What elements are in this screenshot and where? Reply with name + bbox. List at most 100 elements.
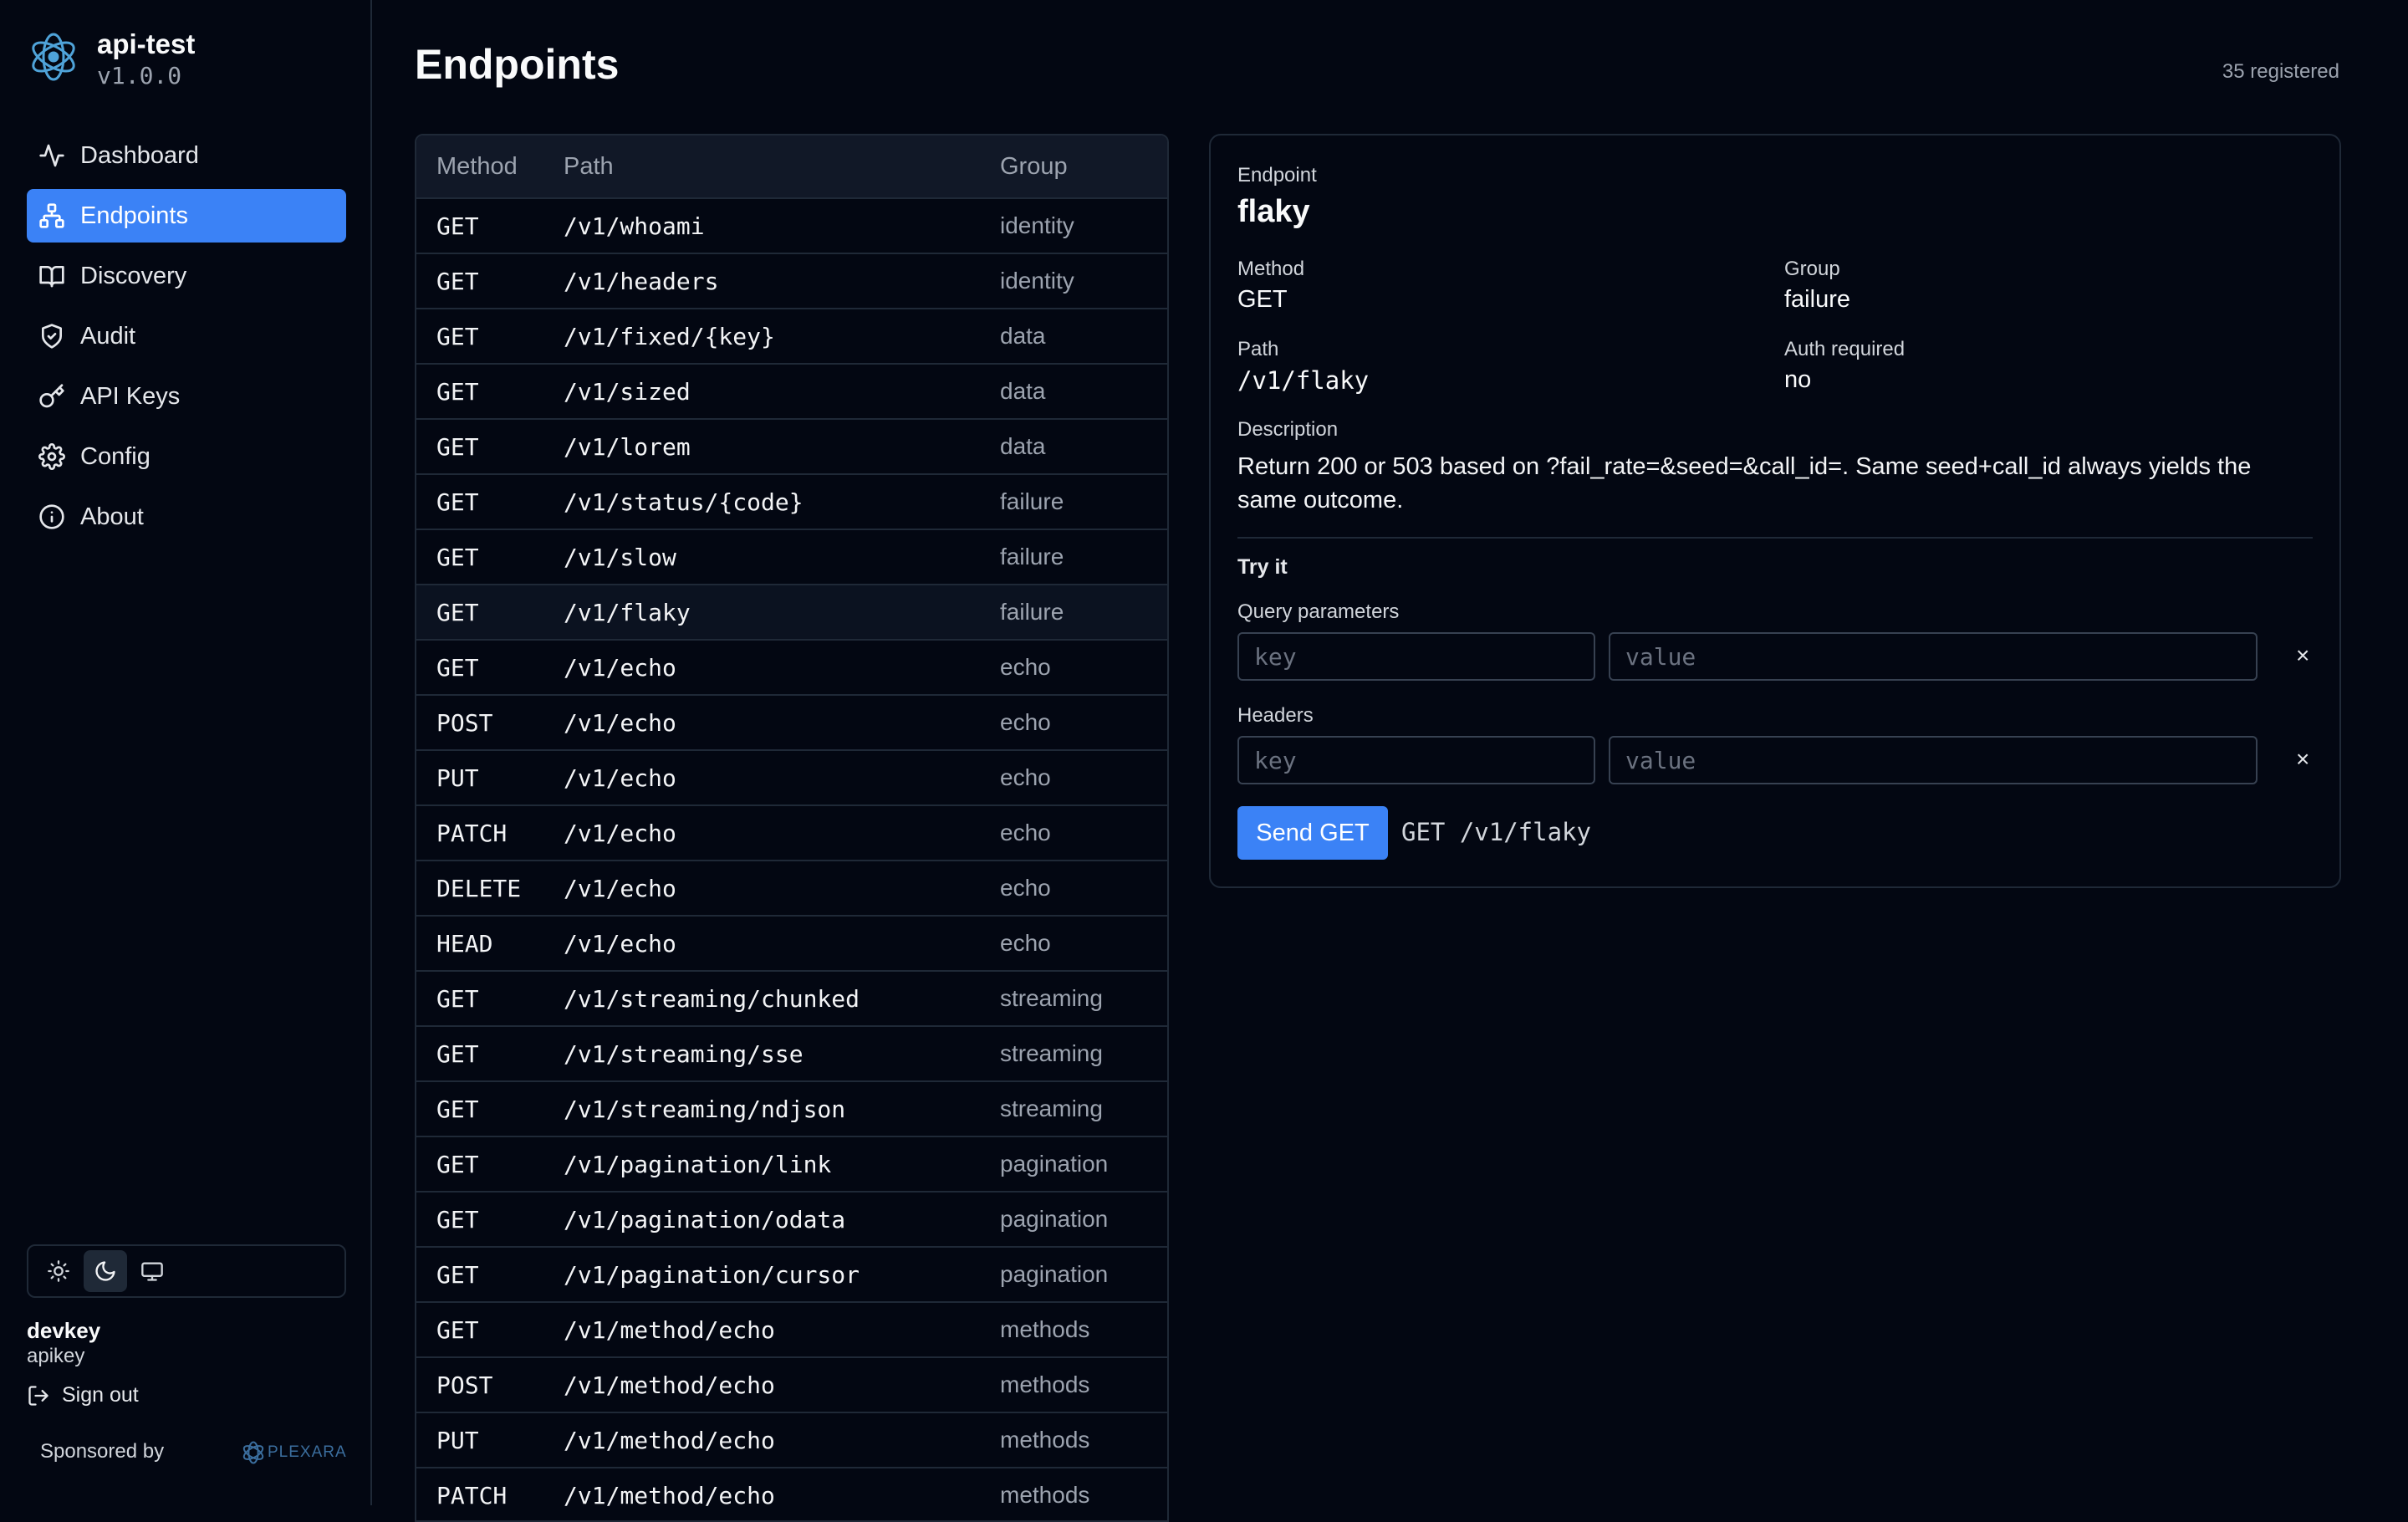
query-value-input[interactable] bbox=[1609, 632, 2258, 681]
sidebar-item-config[interactable]: Config bbox=[27, 430, 346, 483]
auth-label: Auth required bbox=[1784, 338, 1905, 360]
cell-group: echo bbox=[1000, 875, 1051, 901]
send-request-button[interactable]: Send GET bbox=[1237, 806, 1388, 860]
page-title: Endpoints bbox=[415, 41, 620, 88]
cell-path: /v1/pagination/odata bbox=[564, 1205, 846, 1233]
table-row[interactable]: PATCH/v1/echo echo bbox=[416, 806, 1167, 861]
cell-path: /v1/headers bbox=[564, 267, 719, 295]
cell-path: /v1/streaming/chunked bbox=[564, 984, 860, 1013]
table-row[interactable]: GET/v1/streaming/chunked streaming bbox=[416, 972, 1167, 1027]
table-row[interactable]: PUT/v1/method/echo methods bbox=[416, 1413, 1167, 1468]
cell-path: /v1/echo bbox=[564, 929, 676, 958]
table-row[interactable]: POST/v1/method/echo methods bbox=[416, 1358, 1167, 1413]
table-row[interactable]: POST/v1/echo echo bbox=[416, 696, 1167, 751]
cell-group: echo bbox=[1000, 820, 1051, 845]
table-row[interactable]: GET/v1/whoami identity bbox=[416, 199, 1167, 254]
cell-method: POST bbox=[436, 1371, 493, 1399]
app-name: api-test bbox=[97, 28, 196, 59]
sidebar-item-about[interactable]: About bbox=[27, 490, 346, 544]
book-icon bbox=[39, 266, 64, 288]
group-label: Group bbox=[1784, 258, 1840, 280]
sidebar-item-label: Discovery bbox=[80, 262, 187, 289]
cell-group: identity bbox=[1000, 268, 1074, 294]
cell-method: PUT bbox=[436, 764, 479, 792]
cell-group: data bbox=[1000, 378, 1046, 404]
remove-header-button[interactable]: × bbox=[2296, 746, 2309, 773]
sign-out-button[interactable]: Sign out bbox=[27, 1383, 139, 1407]
table-row[interactable]: PUT/v1/echo echo bbox=[416, 751, 1167, 806]
cell-method: GET bbox=[436, 543, 479, 571]
table-row[interactable]: GET/v1/echo echo bbox=[416, 641, 1167, 696]
table-row[interactable]: GET/v1/sized data bbox=[416, 365, 1167, 420]
sidebar-item-api-keys[interactable]: API Keys bbox=[27, 370, 346, 423]
theme-system-button[interactable] bbox=[130, 1250, 174, 1292]
cell-group: methods bbox=[1000, 1371, 1090, 1397]
cell-method: PUT bbox=[436, 1426, 479, 1454]
table-row[interactable]: GET/v1/streaming/ndjson streaming bbox=[416, 1082, 1167, 1137]
cell-method: GET bbox=[436, 598, 479, 626]
table-row[interactable]: GET/v1/pagination/link pagination bbox=[416, 1137, 1167, 1193]
path-label: Path bbox=[1237, 338, 1279, 360]
table-row[interactable]: GET/v1/headers identity bbox=[416, 254, 1167, 309]
sidebar-item-endpoints[interactable]: Endpoints bbox=[27, 189, 346, 243]
key-icon bbox=[39, 384, 64, 408]
cell-path: /v1/pagination/link bbox=[564, 1150, 832, 1178]
table-row[interactable]: GET/v1/pagination/cursor pagination bbox=[416, 1248, 1167, 1303]
sidebar-item-discovery[interactable]: Discovery bbox=[27, 249, 346, 303]
cell-path: /v1/method/echo bbox=[564, 1315, 775, 1344]
theme-dark-button[interactable] bbox=[84, 1250, 127, 1292]
cell-group: echo bbox=[1000, 654, 1051, 680]
cell-path: /v1/flaky bbox=[564, 598, 691, 626]
brand[interactable]: api-test v1.0.0 bbox=[27, 28, 195, 90]
table-row[interactable]: GET/v1/fixed/{key} data bbox=[416, 309, 1167, 365]
cell-method: GET bbox=[436, 212, 479, 240]
cell-path: /v1/echo bbox=[564, 764, 676, 792]
endpoint-detail-panel: Endpoint flaky Method GET Group failure … bbox=[1209, 134, 2341, 888]
table-row[interactable]: GET/v1/status/{code} failure bbox=[416, 475, 1167, 530]
cell-group: methods bbox=[1000, 1427, 1090, 1453]
table-row[interactable]: GET/v1/lorem data bbox=[416, 420, 1167, 475]
description-text: Return 200 or 503 based on ?fail_rate=&s… bbox=[1237, 453, 2252, 513]
sidebar-item-label: Dashboard bbox=[80, 141, 199, 169]
method-value: GET bbox=[1237, 286, 1288, 313]
cell-method: GET bbox=[436, 1260, 479, 1289]
cell-path: /v1/lorem bbox=[564, 432, 691, 461]
cell-path: /v1/slow bbox=[564, 543, 676, 571]
table-row[interactable]: PATCH/v1/method/echo methods bbox=[416, 1468, 1167, 1520]
cell-method: GET bbox=[436, 984, 479, 1013]
headers-label: Headers bbox=[1237, 704, 1314, 727]
table-row[interactable]: HEAD/v1/echo echo bbox=[416, 917, 1167, 972]
sidebar-item-label: API Keys bbox=[80, 382, 181, 410]
table-row[interactable]: DELETE/v1/echo echo bbox=[416, 861, 1167, 917]
sponsor-label: Sponsored by bbox=[40, 1440, 165, 1463]
header-key-input[interactable] bbox=[1237, 736, 1595, 784]
cell-group: failure bbox=[1000, 488, 1064, 514]
column-header-path: Path bbox=[564, 152, 614, 180]
cell-path: /v1/streaming/sse bbox=[564, 1039, 804, 1068]
cell-group: data bbox=[1000, 323, 1046, 349]
sponsor-logo[interactable]: PLEXARA bbox=[241, 1440, 347, 1465]
cell-method: GET bbox=[436, 1039, 479, 1068]
cell-path: /v1/method/echo bbox=[564, 1426, 775, 1454]
monitor-icon bbox=[141, 1262, 163, 1281]
sponsor-logo-icon bbox=[242, 1441, 264, 1464]
header-value-input[interactable] bbox=[1609, 736, 2258, 784]
request-preview: GET /v1/flaky bbox=[1401, 818, 1591, 846]
table-row[interactable]: GET/v1/streaming/sse streaming bbox=[416, 1027, 1167, 1082]
theme-light-button[interactable] bbox=[37, 1250, 80, 1292]
table-row[interactable]: GET/v1/pagination/odata pagination bbox=[416, 1193, 1167, 1248]
sidebar-item-dashboard[interactable]: Dashboard bbox=[27, 129, 346, 182]
sidebar-item-audit[interactable]: Audit bbox=[27, 309, 346, 363]
table-row[interactable]: GET/v1/flaky failure bbox=[416, 585, 1167, 641]
cell-group: methods bbox=[1000, 1482, 1090, 1508]
try-it-heading: Try it bbox=[1237, 555, 1288, 579]
cell-group: identity bbox=[1000, 212, 1074, 238]
table-row[interactable]: GET/v1/method/echo methods bbox=[416, 1303, 1167, 1358]
cell-group: streaming bbox=[1000, 985, 1103, 1011]
endpoint-count: 35 registered bbox=[2222, 60, 2339, 83]
moon-icon bbox=[95, 1261, 115, 1281]
query-key-input[interactable] bbox=[1237, 632, 1595, 681]
column-header-group: Group bbox=[1000, 152, 1068, 180]
remove-query-param-button[interactable]: × bbox=[2296, 642, 2309, 669]
table-row[interactable]: GET/v1/slow failure bbox=[416, 530, 1167, 585]
